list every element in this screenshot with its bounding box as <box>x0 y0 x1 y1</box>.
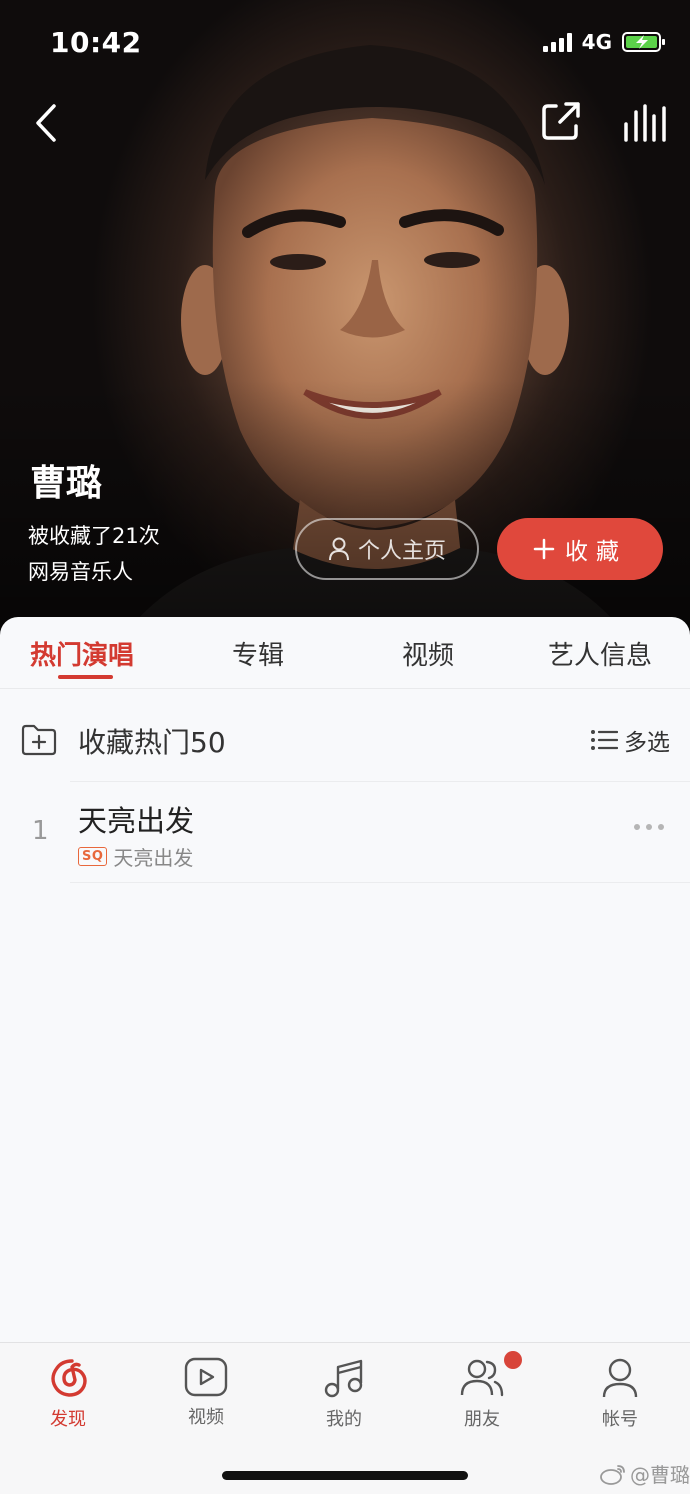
folder-plus-icon <box>21 724 57 756</box>
notification-badge <box>504 1351 522 1369</box>
bottom-nav: 发现 视频 我的 朋友 帐号 @曹璐 <box>0 1342 690 1494</box>
profile-button[interactable]: 个人主页 <box>295 518 479 580</box>
nav-label-mine: 我的 <box>326 1409 362 1430</box>
plus-icon <box>533 538 555 560</box>
tab-hot-songs[interactable]: 热门演唱 <box>30 635 134 672</box>
status-indicators: 4G <box>542 30 666 54</box>
hero-shade <box>0 380 690 640</box>
nav-friends[interactable]: 朋友 <box>432 1357 532 1437</box>
multi-select-button[interactable]: 多选 <box>590 723 670 757</box>
artist-hero: 10:42 4G 曹璐 被收藏了21次 网易音乐人 个人主页 收藏 <box>0 0 690 640</box>
tab-bar: 热门演唱 专辑 视频 艺人信息 <box>0 617 690 689</box>
sq-quality-badge: SQ <box>78 847 108 866</box>
watermark-text: @曹璐 <box>630 1463 690 1487</box>
nav-account[interactable]: 帐号 <box>570 1357 670 1437</box>
artist-role: 网易音乐人 <box>28 560 133 584</box>
video-icon <box>184 1357 228 1397</box>
nav-label-video: 视频 <box>188 1407 224 1428</box>
friends-icon <box>460 1359 504 1397</box>
song-album: 天亮出发 <box>113 846 194 870</box>
tab-artist-info[interactable]: 艺人信息 <box>548 635 652 672</box>
nav-label-friends: 朋友 <box>464 1409 500 1430</box>
battery-charging-icon <box>622 32 665 52</box>
share-icon[interactable] <box>538 98 584 144</box>
multi-select-label: 多选 <box>624 730 670 756</box>
nav-video[interactable]: 视频 <box>156 1357 256 1437</box>
now-playing-icon[interactable] <box>622 100 668 146</box>
netease-music-icon <box>51 1359 87 1397</box>
artist-name: 曹璐 <box>30 463 103 504</box>
tab-active-indicator <box>58 675 113 679</box>
back-icon[interactable] <box>26 98 66 148</box>
status-time: 10:42 <box>50 26 142 59</box>
status-bar: 10:42 4G <box>0 0 690 88</box>
collect-all-label: 收藏热门50 <box>78 726 226 759</box>
account-icon <box>602 1358 638 1398</box>
collect-button[interactable]: 收藏 <box>497 518 663 580</box>
top-nav <box>0 90 690 160</box>
music-note-icon <box>324 1359 363 1398</box>
collect-button-label: 收藏 <box>565 539 627 565</box>
nav-mine[interactable]: 我的 <box>294 1357 394 1437</box>
weibo-watermark: @曹璐 <box>600 1459 690 1488</box>
tab-albums[interactable]: 专辑 <box>232 635 284 672</box>
song-row[interactable]: 天亮出发 SQ 天亮出发 <box>70 781 690 883</box>
nav-label-discover: 发现 <box>50 1409 86 1430</box>
user-icon <box>328 537 349 561</box>
profile-button-label: 个人主页 <box>357 539 446 564</box>
home-indicator[interactable] <box>222 1471 468 1480</box>
list-icon <box>591 730 618 750</box>
weibo-icon <box>600 1464 625 1485</box>
network-type: 4G <box>581 30 612 54</box>
tab-videos[interactable]: 视频 <box>402 635 454 672</box>
nav-label-account: 帐号 <box>602 1409 638 1430</box>
content-panel: 热门演唱 专辑 视频 艺人信息 收藏热门50 多选 天亮出发 SQ 天亮出发 <box>0 617 690 1342</box>
signal-icon <box>542 32 572 52</box>
song-title: 天亮出发 <box>78 804 195 838</box>
more-options-icon[interactable] <box>634 824 664 830</box>
nav-discover[interactable]: 发现 <box>18 1357 118 1437</box>
song-meta: SQ 天亮出发 <box>78 842 193 871</box>
favorited-count: 被收藏了21次 <box>28 524 160 548</box>
collect-all-row[interactable]: 收藏热门50 多选 <box>0 689 690 781</box>
song-index: 1 <box>32 816 49 846</box>
